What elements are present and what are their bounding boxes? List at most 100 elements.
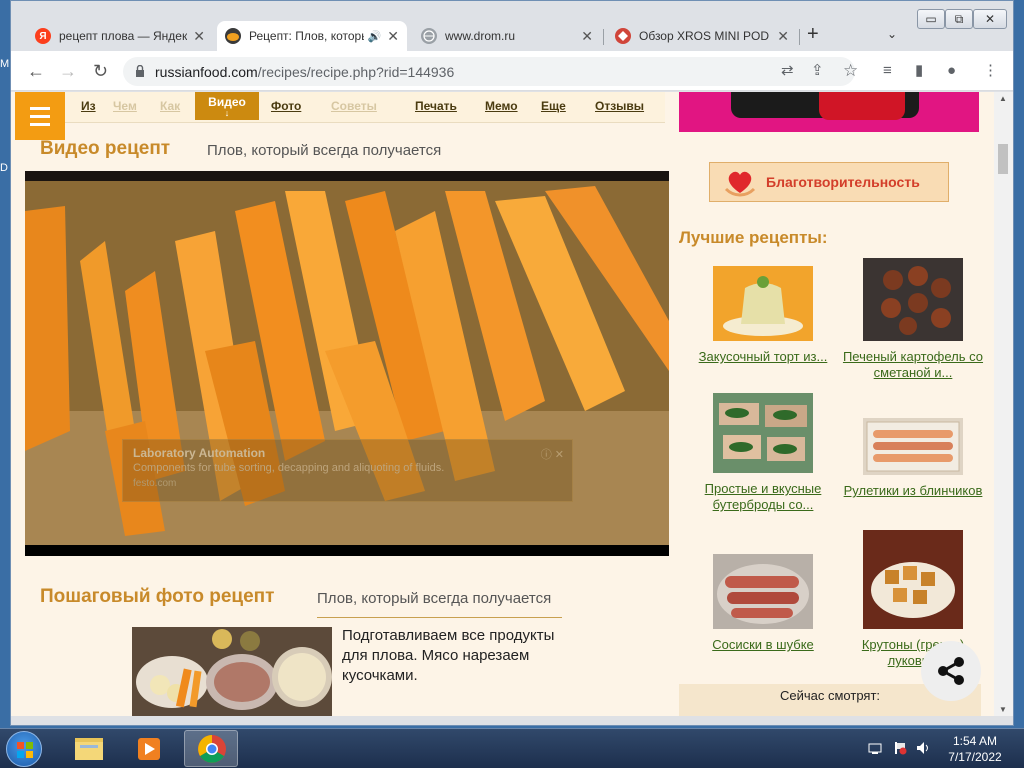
- new-tab-button[interactable]: +: [807, 23, 819, 46]
- taskbar: 1:54 AM 7/17/2022: [0, 728, 1024, 768]
- chrome-taskbar-button[interactable]: [184, 730, 238, 767]
- nav-memo[interactable]: Мемо: [485, 99, 518, 113]
- media-player-icon: [138, 738, 160, 760]
- tab-recipe[interactable]: Рецепт: Плов, который 🔊 ✕: [217, 21, 407, 51]
- tab-search-chevron-down-icon[interactable]: ⌄: [887, 27, 897, 41]
- maximize-button[interactable]: ⧉: [945, 9, 973, 29]
- system-clock[interactable]: 1:54 AM 7/17/2022: [940, 733, 1010, 765]
- desktop-icon-label: D: [0, 162, 8, 174]
- share-icon: [938, 657, 964, 685]
- recipe-link[interactable]: Сосиски в шубке: [689, 637, 837, 653]
- recipe-thumbnail: [863, 530, 963, 629]
- now-watching-title: Сейчас смотрят:: [779, 688, 881, 703]
- nav-chem[interactable]: Чем: [113, 99, 137, 113]
- ad-banner-top[interactable]: [679, 92, 979, 132]
- lock-icon: [136, 65, 144, 77]
- ad-description: Components for tube sorting, decapping a…: [133, 462, 445, 474]
- url-path: /recipes/recipe.php?rid=144936: [257, 63, 455, 80]
- photo-subtitle: Плов, который всегда получается: [317, 590, 552, 607]
- nav-video[interactable]: Видео ↓: [195, 92, 259, 120]
- back-button[interactable]: ←: [27, 61, 45, 81]
- browser-toolbar: ← → ↻ russianfood.com/recipes/recipe.php…: [11, 51, 1013, 91]
- tab-separator: [603, 29, 604, 45]
- recipe-link[interactable]: Рулетики из блинчиков: [839, 483, 987, 499]
- heart-hands-icon: [724, 171, 756, 197]
- recipe-thumbnail: [863, 258, 963, 341]
- recipe-card[interactable]: Закусочный торт из...: [689, 266, 837, 365]
- recipe-card[interactable]: Рулетики из блинчиков: [839, 418, 987, 499]
- address-bar[interactable]: russianfood.com/recipes/recipe.php?rid=1…: [123, 57, 855, 86]
- chrome-icon: [198, 735, 226, 763]
- translate-icon[interactable]: ⇄: [781, 61, 794, 81]
- tab-yandex[interactable]: Я рецепт плова — Яндекс ✕: [27, 21, 213, 51]
- tab-title: www.drom.ru: [445, 29, 516, 43]
- windows-logo-icon: [17, 742, 33, 758]
- network-tray-icon[interactable]: [868, 741, 882, 758]
- recipe-thumbnail: [713, 554, 813, 629]
- recipe-link[interactable]: Закусочный торт из...: [689, 349, 837, 365]
- recipe-link[interactable]: Печеный картофель со сметаной и...: [839, 349, 987, 381]
- charity-button[interactable]: Благотворительность: [709, 162, 949, 202]
- scroll-down-icon[interactable]: ▼: [999, 705, 1007, 714]
- browser-window: ▭ ⧉ ✕ Я рецепт плова — Яндекс ✕ Рецепт: …: [10, 0, 1014, 726]
- recipe-card[interactable]: Сосиски в шубке: [689, 554, 837, 653]
- tab-title: Обзор XROS MINI POD: [639, 29, 770, 43]
- yandex-favicon-icon: Я: [35, 28, 51, 44]
- tab-close-icon[interactable]: ✕: [581, 28, 593, 45]
- bookmark-star-icon[interactable]: ☆: [843, 61, 858, 81]
- desktop-icon-label: M: [0, 58, 10, 70]
- flag-tray-icon[interactable]: [893, 741, 907, 758]
- ad-pod-graphic: [819, 92, 905, 120]
- ad-banner[interactable]: Laboratory Automation Components for tub…: [122, 439, 573, 502]
- nav-kak[interactable]: Как: [160, 99, 180, 113]
- recipe-link[interactable]: Простые и вкусные бутерброды со...: [689, 481, 837, 513]
- nav-iz[interactable]: Из: [81, 99, 96, 113]
- media-player-taskbar-button[interactable]: [122, 730, 176, 767]
- close-window-button[interactable]: ✕: [973, 9, 1007, 29]
- minimize-button[interactable]: ▭: [917, 9, 945, 29]
- recipe-favicon-icon: [225, 28, 241, 44]
- explorer-taskbar-button[interactable]: [62, 730, 116, 767]
- start-button[interactable]: [6, 731, 42, 767]
- tab-xros[interactable]: Обзор XROS MINI POD ✕: [607, 21, 797, 51]
- recipe-card[interactable]: Печеный картофель со сметаной и...: [839, 258, 987, 381]
- nav-sovety[interactable]: Советы: [331, 99, 377, 113]
- ad-title: Laboratory Automation: [133, 446, 266, 460]
- share-button[interactable]: [921, 641, 981, 701]
- scroll-up-icon[interactable]: ▲: [999, 94, 1007, 103]
- video-heading: Видео рецепт: [40, 138, 171, 159]
- side-panel-icon[interactable]: ▮: [915, 61, 923, 81]
- scroll-thumb[interactable]: [998, 144, 1008, 174]
- reload-button[interactable]: ↻: [93, 61, 108, 81]
- recipe-thumbnail: [863, 418, 963, 475]
- profile-icon[interactable]: ●: [947, 61, 956, 81]
- video-player[interactable]: Laboratory Automation Components for tub…: [25, 171, 669, 556]
- tab-close-icon[interactable]: ✕: [193, 28, 205, 45]
- nav-otzyvy[interactable]: Отзывы: [595, 99, 644, 113]
- hamburger-menu-icon[interactable]: [15, 92, 65, 140]
- volume-tray-icon[interactable]: [916, 741, 932, 758]
- tab-title: рецепт плова — Яндекс: [59, 29, 188, 43]
- menu-icon[interactable]: ⋮: [983, 61, 998, 81]
- charity-label: Благотворительность: [766, 174, 920, 190]
- nav-pechat[interactable]: Печать: [415, 99, 457, 113]
- nav-eshe[interactable]: Еще: [541, 99, 566, 113]
- ad-close-icon[interactable]: ⓘ ✕: [541, 446, 564, 462]
- nav-foto[interactable]: Фото: [271, 99, 301, 113]
- best-recipes-title: Лучшие рецепты:: [679, 228, 828, 247]
- recipe-thumbnail: [713, 393, 813, 473]
- page-scrollbar[interactable]: ▲ ▼: [994, 92, 1013, 716]
- recipe-card[interactable]: Простые и вкусные бутерброды со...: [689, 393, 837, 513]
- ingredients-photo[interactable]: [132, 627, 332, 716]
- forward-button[interactable]: →: [59, 61, 77, 81]
- share-page-icon[interactable]: ⇪: [811, 61, 824, 81]
- speaker-icon[interactable]: 🔊: [368, 30, 382, 43]
- media-control-icon[interactable]: ≡: [883, 61, 892, 81]
- tab-close-icon[interactable]: ✕: [777, 28, 789, 45]
- page-content: Из Чем Как Видео ↓ Фото Советы Печать Мем…: [11, 92, 994, 716]
- tab-strip: ▭ ⧉ ✕ Я рецепт плова — Яндекс ✕ Рецепт: …: [11, 1, 1013, 51]
- tab-drom[interactable]: www.drom.ru ✕: [413, 21, 601, 51]
- tab-title: Рецепт: Плов, который: [249, 29, 364, 43]
- tab-close-icon[interactable]: ✕: [387, 28, 399, 45]
- step-description: Подготавливаем все продукты для плова. М…: [342, 627, 555, 684]
